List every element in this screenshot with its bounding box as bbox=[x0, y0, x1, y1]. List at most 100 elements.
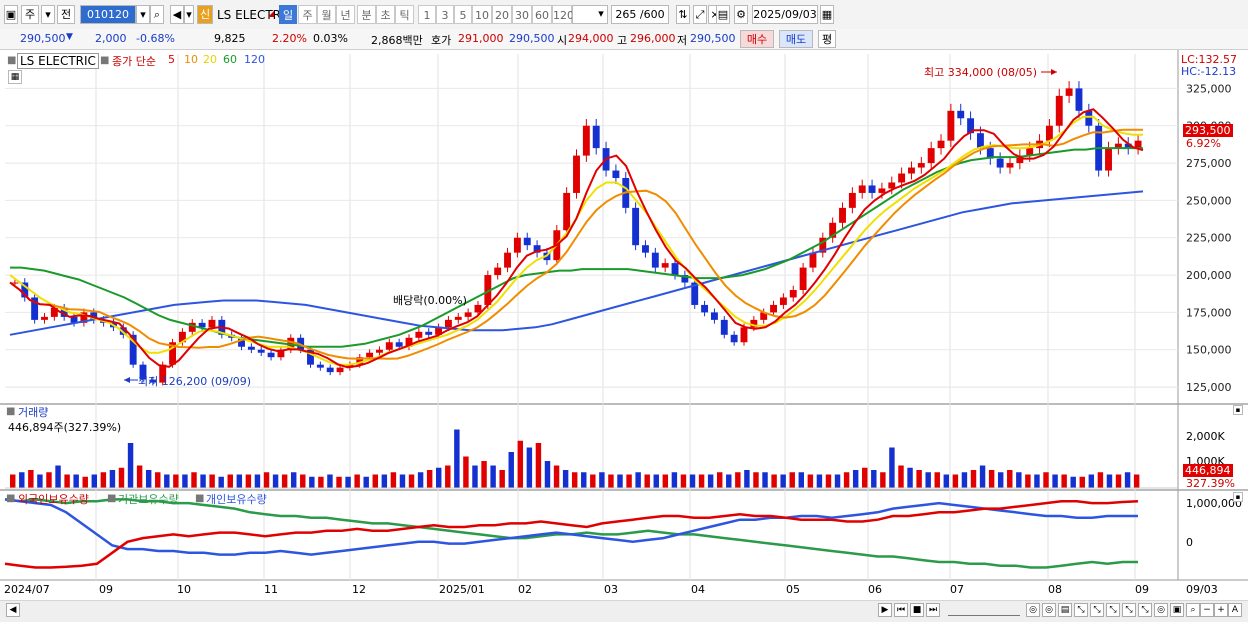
volume-bar bbox=[1133, 474, 1140, 488]
tab-day[interactable]: 일 bbox=[279, 5, 297, 24]
price-chart-svg[interactable]: 125,000 150,000 175,000 200,000 225,000 250,0… bbox=[0, 50, 1248, 600]
number-tab-20[interactable]: 20 bbox=[492, 5, 512, 24]
mode-left-button[interactable]: 주 bbox=[21, 5, 39, 24]
volume-value: 9,825 bbox=[214, 32, 246, 45]
zoom-search-icon[interactable]: ⌕ bbox=[1186, 603, 1200, 617]
candle-body bbox=[444, 319, 452, 328]
tab-month[interactable]: 월 bbox=[317, 5, 336, 24]
calendar-icon[interactable]: ▦ bbox=[820, 5, 834, 24]
volume-bar bbox=[127, 443, 134, 488]
number-tab-30[interactable]: 30 bbox=[512, 5, 532, 24]
zoom-in-icon[interactable]: + bbox=[1214, 603, 1228, 617]
candle-body bbox=[316, 364, 324, 368]
draw-tool-icon[interactable]: ⤢ bbox=[693, 5, 707, 24]
number-tab-60[interactable]: 60 bbox=[532, 5, 552, 24]
save-icon[interactable]: ▤ bbox=[716, 5, 730, 24]
tool-10-icon[interactable]: ▣ bbox=[1170, 603, 1184, 617]
volume-bar bbox=[789, 472, 795, 488]
current-price: 290,500 bbox=[20, 32, 66, 45]
volume-bar bbox=[1007, 470, 1013, 488]
tab-second[interactable]: 초 bbox=[376, 5, 395, 24]
number-tab-1[interactable]: 1 bbox=[418, 5, 436, 24]
volume-bar bbox=[644, 474, 650, 488]
price-tag: 293,500 bbox=[1183, 124, 1233, 137]
tool-4-icon[interactable]: ⤡ bbox=[1074, 603, 1088, 617]
legend-stock-name[interactable]: LS ELECTRIC bbox=[17, 53, 99, 69]
buy-button[interactable]: 매수 bbox=[740, 30, 774, 48]
volume-bar bbox=[381, 474, 388, 488]
scroll-left-icon[interactable]: ◀ bbox=[6, 603, 20, 617]
holding-panel-close-icon[interactable]: ▪ bbox=[1233, 492, 1243, 502]
table-grid-icon[interactable]: ▦ bbox=[8, 70, 22, 84]
number-tab-10[interactable]: 10 bbox=[472, 5, 492, 24]
speaker-dropdown-icon[interactable]: ▾ bbox=[184, 5, 194, 24]
chart-layout-icon[interactable]: ▣ bbox=[4, 5, 18, 24]
y-tick-label: 250,000 bbox=[1186, 194, 1232, 207]
chart-tool-icon[interactable]: ⇅ bbox=[676, 5, 690, 24]
tab-week[interactable]: 주 bbox=[298, 5, 317, 24]
zoom-slider[interactable] bbox=[948, 603, 1020, 616]
font-size-icon[interactable]: A bbox=[1228, 603, 1242, 617]
volume-bar bbox=[590, 474, 596, 488]
holding-axis-zero: 0 bbox=[1186, 536, 1193, 549]
tool-1-icon[interactable]: ◎ bbox=[1026, 603, 1040, 617]
tool-5-icon[interactable]: ⤡ bbox=[1090, 603, 1104, 617]
dropdown-chevron-icon[interactable]: ▾ bbox=[41, 5, 55, 24]
legend-ma120: 120 bbox=[244, 53, 265, 66]
volume-bar bbox=[309, 476, 315, 488]
volume-bar bbox=[445, 465, 451, 488]
candle-body bbox=[494, 267, 502, 276]
legend-ma5: 5 bbox=[168, 53, 175, 66]
volume-bar bbox=[771, 474, 777, 488]
volume-bar bbox=[1025, 474, 1031, 488]
candle-body bbox=[1065, 88, 1073, 96]
code-input[interactable]: 010120 bbox=[80, 5, 136, 24]
volume-bar bbox=[300, 474, 306, 488]
number-tab-5[interactable]: 5 bbox=[454, 5, 472, 24]
zoom-out-icon[interactable]: − bbox=[1200, 603, 1214, 617]
price-pct-tag: 6.92% bbox=[1186, 137, 1221, 150]
chart-area: 125,000 150,000 175,000 200,000 225,000 250,0… bbox=[0, 50, 1248, 600]
volume-bar bbox=[209, 474, 215, 488]
sell-button[interactable]: 매도 bbox=[779, 30, 813, 48]
first-page-icon[interactable]: ⏮ bbox=[894, 603, 908, 617]
candle-body bbox=[789, 290, 797, 298]
volume-bar bbox=[825, 474, 832, 488]
number-tab-120[interactable]: 120 bbox=[552, 5, 574, 24]
price-change: 2,000 bbox=[95, 32, 127, 45]
last-page-icon[interactable]: ⏭ bbox=[926, 603, 940, 617]
tool-8-icon[interactable]: ⤡ bbox=[1138, 603, 1152, 617]
new-badge: 신 bbox=[197, 5, 213, 24]
code-dropdown-icon[interactable]: ▾ bbox=[136, 5, 150, 24]
candle-body bbox=[642, 245, 649, 253]
settings-gear-icon[interactable]: ⚙ bbox=[734, 5, 748, 24]
volume-bar bbox=[1016, 472, 1022, 488]
tool-2-icon[interactable]: ◎ bbox=[1042, 603, 1056, 617]
search-icon[interactable]: ⌕ bbox=[150, 5, 164, 24]
eval-button[interactable]: 평 bbox=[818, 30, 836, 48]
tab-year[interactable]: 년 bbox=[336, 5, 355, 24]
tab-minute[interactable]: 분 bbox=[357, 5, 376, 24]
volume-bar bbox=[64, 474, 70, 488]
individual-dot-icon: ■ bbox=[195, 493, 205, 504]
volume-bar bbox=[191, 472, 197, 488]
number-tab-3[interactable]: 3 bbox=[436, 5, 454, 24]
tool-9-icon[interactable]: ◎ bbox=[1154, 603, 1168, 617]
date-input[interactable]: 2025/09/03 bbox=[752, 5, 818, 24]
speaker-icon[interactable]: ◀ bbox=[170, 5, 184, 24]
volume-bar bbox=[517, 440, 524, 488]
custom-period-dropdown-icon[interactable]: ▾ bbox=[594, 5, 608, 24]
volume-panel-close-icon[interactable]: ▪ bbox=[1233, 405, 1243, 415]
open-price: 294,000 bbox=[568, 32, 614, 45]
tab-tick[interactable]: 틱 bbox=[395, 5, 414, 24]
volume-bar bbox=[354, 474, 360, 488]
scroll-right-icon[interactable]: ▶ bbox=[878, 603, 892, 617]
mode-second-button[interactable]: 전 bbox=[57, 5, 75, 24]
tool-6-icon[interactable]: ⤡ bbox=[1106, 603, 1120, 617]
tool-7-icon[interactable]: ⤡ bbox=[1122, 603, 1136, 617]
tool-3-icon[interactable]: ▤ bbox=[1058, 603, 1072, 617]
volume-bar bbox=[862, 467, 868, 488]
volume-bar bbox=[245, 474, 252, 488]
stop-icon[interactable]: ■ bbox=[910, 603, 924, 617]
candle-body bbox=[504, 252, 511, 268]
